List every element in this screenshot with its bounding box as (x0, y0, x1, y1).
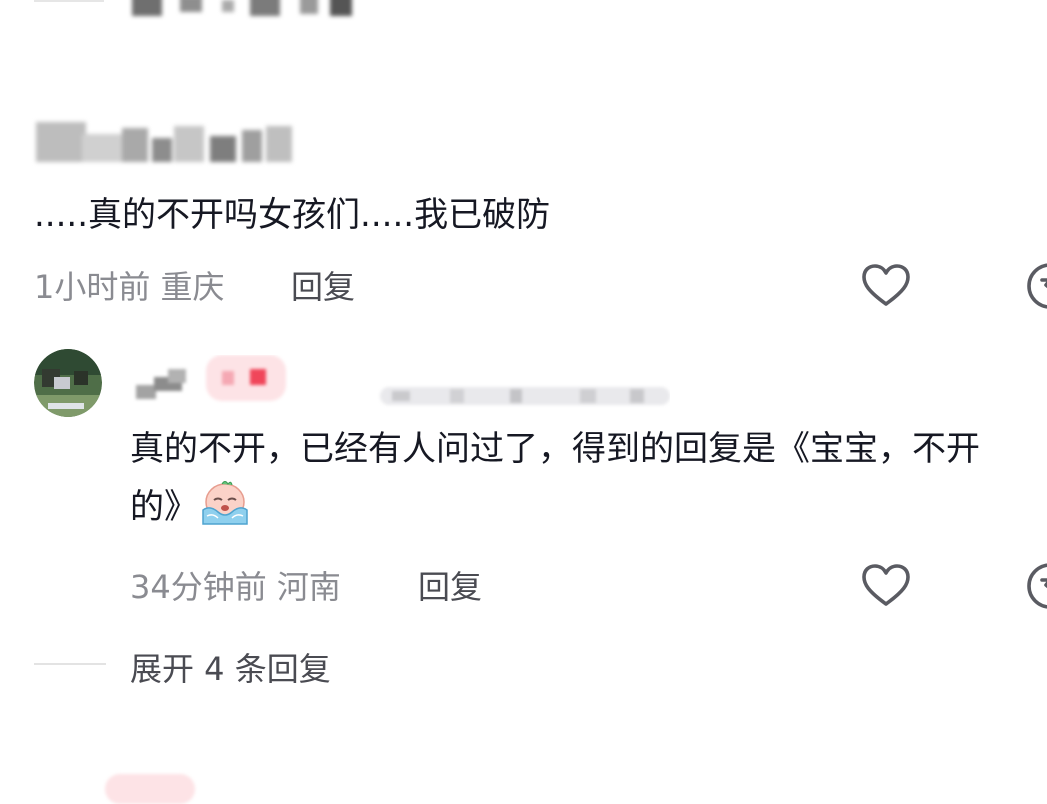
expand-replies-button[interactable]: 展开 4 条回复 (130, 644, 331, 690)
reply-time-location: 34分钟前 河南 (130, 568, 341, 606)
comment-time-location: 1小时前 重庆 (34, 268, 225, 306)
dislike-icon[interactable] (1022, 258, 1047, 314)
reply-text: 真的不开，已经有人问过了，得到的回复是《宝宝，不开的》 (130, 420, 1010, 536)
reply-button[interactable]: 回复 (291, 262, 355, 308)
comment-text: .....真的不开吗女孩们.....我已破防 (34, 195, 551, 235)
heart-icon[interactable] (858, 558, 914, 614)
divider (34, 663, 106, 665)
reply-text-content: 真的不开，已经有人问过了，得到的回复是《宝宝，不开的》 (130, 429, 980, 527)
blurred-username (136, 355, 670, 405)
blurred-badge (105, 774, 195, 804)
heart-icon[interactable] (858, 258, 914, 314)
dislike-icon[interactable] (1022, 558, 1047, 614)
divider (34, 0, 104, 2)
crying-face-emoji (202, 481, 248, 525)
blurred-username (36, 122, 292, 162)
reply-button[interactable]: 回复 (418, 562, 482, 608)
avatar[interactable] (34, 349, 102, 417)
blurred-username (132, 0, 352, 16)
